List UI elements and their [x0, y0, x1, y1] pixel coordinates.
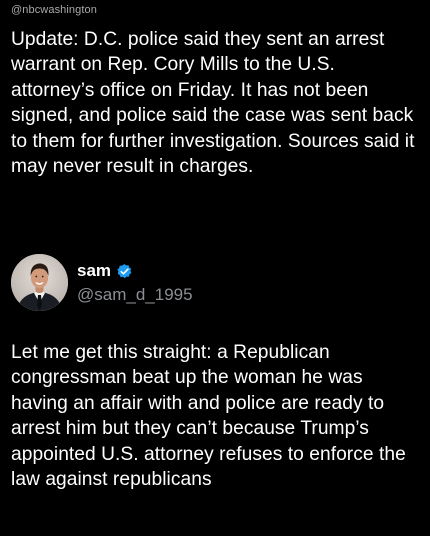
post-author: sam @sam_d_1995: [11, 254, 311, 314]
verified-badge-icon: [116, 263, 133, 280]
avatar-photo-icon: [11, 254, 68, 311]
source-watermark: @nbcwashington: [11, 4, 97, 16]
post-screenshot: @nbcwashington Update: D.C. police said …: [0, 0, 430, 536]
author-display-name[interactable]: sam: [77, 261, 111, 281]
author-name-row: sam: [77, 261, 133, 281]
post-text: Let me get this straight: a Republican c…: [11, 342, 406, 491]
avatar[interactable]: [11, 254, 68, 311]
quoted-post-text: Update: D.C. police said they sent an ar…: [11, 29, 415, 178]
author-handle[interactable]: @sam_d_1995: [77, 285, 193, 305]
